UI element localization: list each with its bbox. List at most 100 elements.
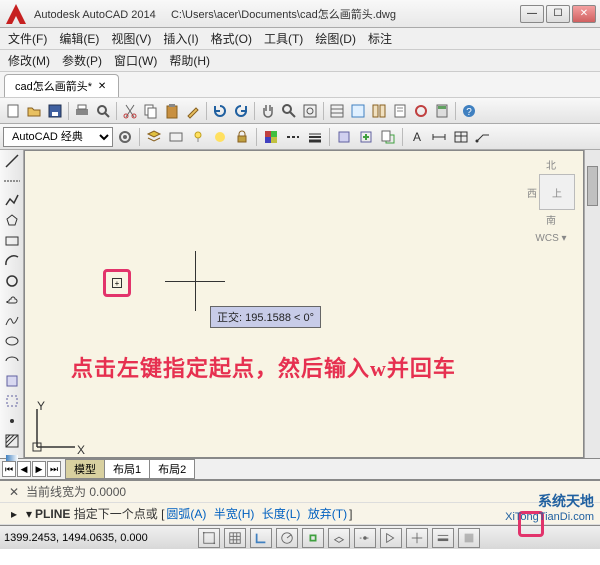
layer-lock-icon[interactable]	[232, 127, 252, 147]
menu-view[interactable]: 视图(V)	[105, 28, 157, 49]
table-style-icon[interactable]	[451, 127, 471, 147]
redo-button[interactable]	[231, 101, 251, 121]
wcs-label[interactable]: WCS ▾	[527, 233, 575, 244]
new-button[interactable]	[3, 101, 23, 121]
rectangle-tool[interactable]	[2, 232, 22, 250]
scrollbar-thumb[interactable]	[587, 166, 598, 206]
snap-mode-button[interactable]	[198, 528, 220, 548]
arc-tool[interactable]	[2, 252, 22, 270]
layout-tab-2[interactable]: 布局2	[149, 459, 195, 479]
layout-last-button[interactable]: ⏭	[47, 461, 61, 477]
layout-tab-1[interactable]: 布局1	[104, 459, 150, 479]
text-style-icon[interactable]: A	[407, 127, 427, 147]
preview-button[interactable]	[93, 101, 113, 121]
polyline-tool[interactable]	[2, 192, 22, 210]
xref-icon[interactable]	[378, 127, 398, 147]
menu-parametric[interactable]: 参数(P)	[56, 50, 108, 71]
menu-format[interactable]: 格式(O)	[205, 28, 258, 49]
viewcube-top[interactable]: 上	[539, 174, 575, 210]
design-center-button[interactable]	[348, 101, 368, 121]
drawing-canvas[interactable]: 北 西 上 南 WCS ▾ + 正交: 195.1588 < 0° 点击左键指定…	[24, 150, 584, 458]
command-opt-arc[interactable]: 圆弧(A)	[166, 507, 206, 521]
point-tool[interactable]	[2, 412, 22, 430]
line-tool[interactable]	[2, 152, 22, 170]
layer-on-icon[interactable]	[188, 127, 208, 147]
ortho-mode-button[interactable]	[250, 528, 272, 548]
polygon-tool[interactable]	[2, 212, 22, 230]
calc-button[interactable]	[432, 101, 452, 121]
viewcube[interactable]: 北 西 上 南 WCS ▾	[527, 157, 575, 244]
print-button[interactable]	[72, 101, 92, 121]
pan-button[interactable]	[258, 101, 278, 121]
minimize-button[interactable]: —	[520, 5, 544, 23]
document-tab[interactable]: cad怎么画箭头* ✕	[4, 74, 119, 97]
make-block-tool[interactable]	[2, 392, 22, 410]
circle-tool[interactable]	[2, 272, 22, 290]
osnap-mode-button[interactable]	[302, 528, 324, 548]
command-opt-halfwidth[interactable]: 半宽(H)	[214, 507, 255, 521]
command-opt-undo[interactable]: 放弃(T)	[308, 507, 347, 521]
copy-button[interactable]	[141, 101, 161, 121]
help-button[interactable]: ?	[459, 101, 479, 121]
lineweight-button[interactable]	[432, 528, 454, 548]
zoom-extents-button[interactable]	[300, 101, 320, 121]
command-close-icon[interactable]: ✕	[6, 484, 22, 500]
polar-mode-button[interactable]	[276, 528, 298, 548]
match-props-button[interactable]	[183, 101, 203, 121]
ellipse-arc-tool[interactable]	[2, 352, 22, 370]
close-button[interactable]: ✕	[572, 5, 596, 23]
color-icon[interactable]	[261, 127, 281, 147]
block-icon[interactable]	[334, 127, 354, 147]
menu-tools[interactable]: 工具(T)	[258, 28, 309, 49]
hatch-tool[interactable]	[2, 432, 22, 450]
linetype-icon[interactable]	[283, 127, 303, 147]
layer-icon[interactable]	[144, 127, 164, 147]
zoom-button[interactable]	[279, 101, 299, 121]
layer-props-button[interactable]	[166, 127, 186, 147]
dyn-input-button[interactable]	[406, 528, 428, 548]
dim-style-icon[interactable]	[429, 127, 449, 147]
layout-tab-model[interactable]: 模型	[65, 459, 105, 479]
open-button[interactable]	[24, 101, 44, 121]
save-button[interactable]	[45, 101, 65, 121]
transparency-button[interactable]	[458, 528, 480, 548]
menu-file[interactable]: 文件(F)	[2, 28, 53, 49]
mleader-style-icon[interactable]	[473, 127, 493, 147]
undo-button[interactable]	[210, 101, 230, 121]
menu-dimension[interactable]: 标注	[362, 28, 398, 49]
menu-insert[interactable]: 插入(I)	[157, 28, 204, 49]
workspace-settings-button[interactable]	[115, 127, 135, 147]
otrack-button[interactable]	[354, 528, 376, 548]
layer-freeze-icon[interactable]	[210, 127, 230, 147]
ellipse-tool[interactable]	[2, 332, 22, 350]
ducs-button[interactable]	[380, 528, 402, 548]
lineweight-icon[interactable]	[305, 127, 325, 147]
command-opt-length[interactable]: 长度(L)	[262, 507, 301, 521]
menu-window[interactable]: 窗口(W)	[108, 50, 163, 71]
layout-prev-button[interactable]: ◀	[17, 461, 31, 477]
3dosnap-button[interactable]	[328, 528, 350, 548]
markup-button[interactable]	[411, 101, 431, 121]
sheet-set-button[interactable]	[390, 101, 410, 121]
revcloud-tool[interactable]	[2, 292, 22, 310]
menu-help[interactable]: 帮助(H)	[163, 50, 216, 71]
layout-first-button[interactable]: ⏮	[2, 461, 16, 477]
spline-tool[interactable]	[2, 312, 22, 330]
workspace-select[interactable]: AutoCAD 经典	[3, 127, 113, 147]
menu-edit[interactable]: 编辑(E)	[53, 28, 105, 49]
properties-button[interactable]	[327, 101, 347, 121]
maximize-button[interactable]: ☐	[546, 5, 570, 23]
insert-block-icon[interactable]	[356, 127, 376, 147]
layout-next-button[interactable]: ▶	[32, 461, 46, 477]
insert-block-tool[interactable]	[2, 372, 22, 390]
tool-palettes-button[interactable]	[369, 101, 389, 121]
grid-mode-button[interactable]	[224, 528, 246, 548]
menu-modify[interactable]: 修改(M)	[2, 50, 56, 71]
menu-draw[interactable]: 绘图(D)	[309, 28, 362, 49]
toolbar-separator	[256, 128, 257, 146]
construction-line-tool[interactable]	[2, 172, 22, 190]
close-tab-icon[interactable]: ✕	[96, 80, 108, 92]
cut-button[interactable]	[120, 101, 140, 121]
paste-button[interactable]	[162, 101, 182, 121]
vertical-scrollbar[interactable]	[584, 150, 600, 458]
